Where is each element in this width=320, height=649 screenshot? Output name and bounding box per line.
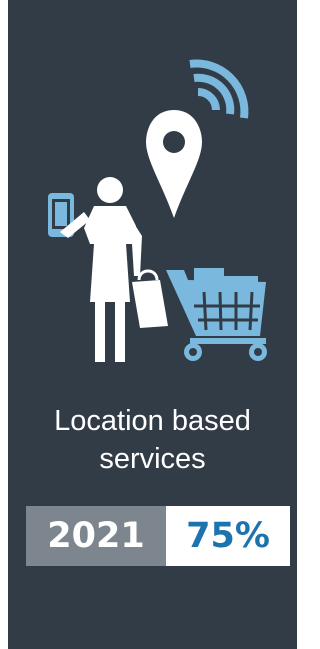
- caption-line-2: services: [99, 443, 206, 475]
- stat-bar: 2021 75%: [26, 506, 290, 566]
- location-pin-icon: [146, 110, 202, 218]
- wifi-signal-icon: [189, 59, 249, 119]
- shopping-bag-icon: [132, 269, 168, 328]
- percent-value: 75%: [166, 506, 290, 566]
- caption: Location based services: [8, 402, 297, 478]
- infographic-panel: Location based services 2021 75%: [8, 0, 297, 649]
- location-services-illustration: [48, 59, 267, 362]
- shopping-cart-icon: [166, 268, 267, 361]
- caption-line-1: Location based: [54, 405, 251, 437]
- year-label: 2021: [26, 506, 166, 566]
